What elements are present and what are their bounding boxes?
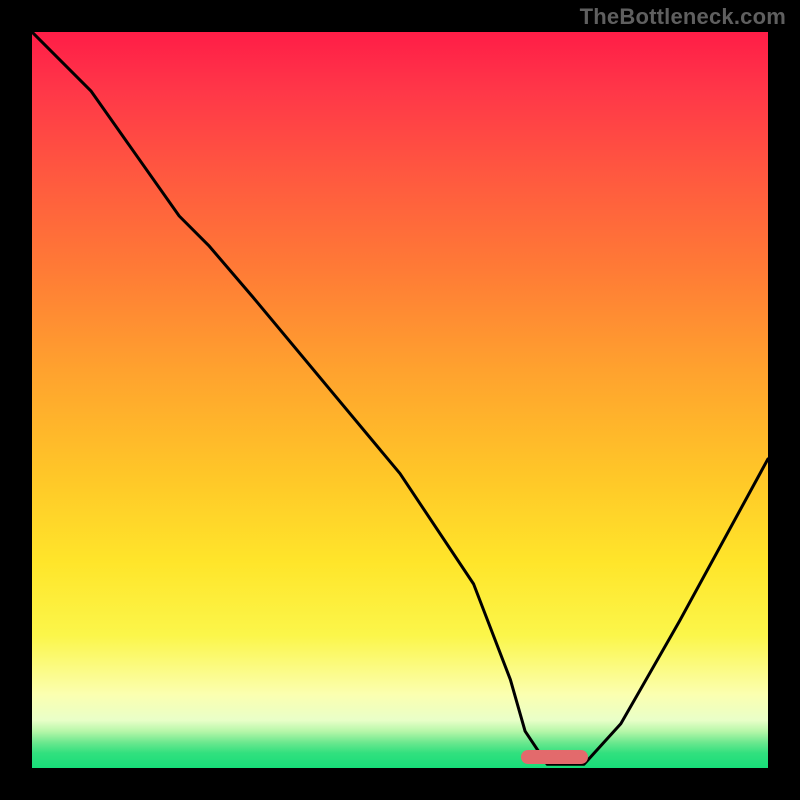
bottleneck-curve xyxy=(32,32,768,768)
optimum-marker xyxy=(521,750,587,764)
watermark-text: TheBottleneck.com xyxy=(580,4,786,30)
chart-frame: TheBottleneck.com xyxy=(0,0,800,800)
plot-area xyxy=(32,32,768,768)
